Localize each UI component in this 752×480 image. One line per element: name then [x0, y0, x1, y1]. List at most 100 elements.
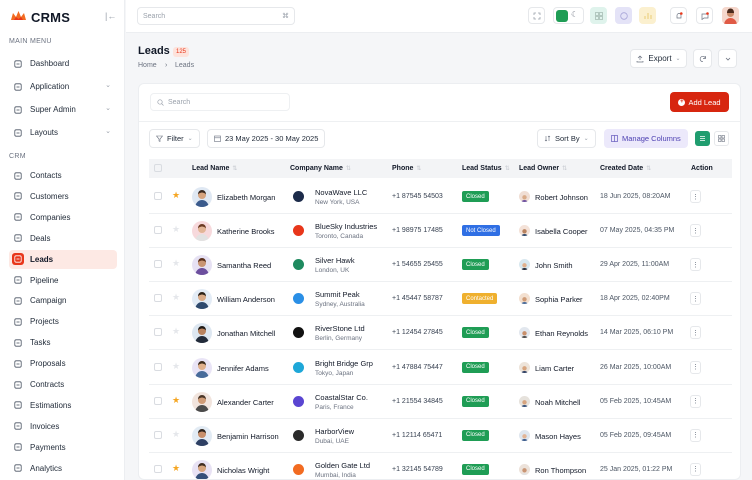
- select-all-checkbox[interactable]: [154, 164, 162, 172]
- row-actions-button[interactable]: ⋮: [690, 326, 701, 340]
- star-icon[interactable]: ★: [172, 224, 180, 235]
- sidebar-item-deals[interactable]: Deals: [9, 229, 117, 248]
- lead-name[interactable]: Nicholas Wright: [217, 466, 269, 475]
- row-actions-button[interactable]: ⋮: [690, 360, 701, 374]
- lead-name[interactable]: Jonathan Mitchell: [217, 329, 275, 338]
- star-icon[interactable]: ★: [172, 361, 180, 372]
- sidebar-item-layouts[interactable]: Layouts ⌄: [9, 123, 117, 142]
- collapse-header-button[interactable]: [718, 49, 737, 68]
- row-checkbox[interactable]: [154, 396, 162, 405]
- sidebar-item-proposals[interactable]: Proposals: [9, 354, 117, 373]
- company-name[interactable]: RiverStone Ltd: [315, 324, 365, 333]
- star-icon[interactable]: ★: [172, 326, 180, 337]
- row-checkbox[interactable]: [154, 328, 162, 337]
- leads-search-input[interactable]: Search: [150, 93, 290, 111]
- user-avatar[interactable]: [722, 7, 739, 24]
- dark-mode-icon[interactable]: ☾: [571, 10, 578, 19]
- row-actions-button[interactable]: ⋮: [690, 428, 701, 442]
- row-actions-button[interactable]: ⋮: [690, 224, 701, 238]
- table-row[interactable]: ★ William Anderson Summit Peak Sydney, Aust…: [149, 282, 732, 317]
- help-icon[interactable]: [615, 7, 632, 24]
- row-actions-button[interactable]: ⋮: [690, 292, 701, 306]
- sidebar-item-application[interactable]: Application ⌄: [9, 77, 117, 96]
- sidebar-item-customers[interactable]: Customers: [9, 187, 117, 206]
- table-row[interactable]: ★ Alexander Carter CoastalStar Co. Paris, F…: [149, 385, 732, 419]
- fullscreen-icon[interactable]: [528, 7, 545, 24]
- row-checkbox[interactable]: [154, 260, 162, 269]
- sidebar-item-analytics[interactable]: Analytics: [9, 459, 117, 478]
- table-row[interactable]: ★ Jonathan Mitchell RiverStone Ltd Berlin, …: [149, 316, 732, 351]
- add-lead-button[interactable]: + Add Lead: [670, 92, 729, 112]
- star-icon[interactable]: ★: [172, 292, 180, 303]
- row-checkbox[interactable]: [154, 192, 162, 200]
- star-icon[interactable]: ★: [172, 190, 180, 201]
- company-name[interactable]: Bright Bridge Grp: [315, 359, 373, 368]
- row-actions-button[interactable]: ⋮: [690, 258, 701, 272]
- table-row[interactable]: ★ Jennifer Adams Bright Bridge Grp Tokyo, J…: [149, 351, 732, 385]
- star-icon[interactable]: ★: [172, 395, 180, 406]
- grid-view-button[interactable]: [714, 131, 729, 146]
- row-checkbox[interactable]: [154, 226, 162, 235]
- sidebar-item-estimations[interactable]: Estimations: [9, 396, 117, 415]
- row-checkbox[interactable]: [154, 294, 162, 303]
- table-row[interactable]: ★ Samantha Reed Silver Hawk London, UK +1 54…: [149, 248, 732, 283]
- filter-button[interactable]: Filter ⌄: [149, 129, 200, 148]
- sidebar-item-contracts[interactable]: Contracts: [9, 375, 117, 394]
- company-name[interactable]: Summit Peak: [315, 290, 360, 299]
- header-lead-owner[interactable]: Lead Owner ⇅: [519, 165, 567, 172]
- breadcrumb-home[interactable]: Home: [138, 62, 157, 69]
- date-range-picker[interactable]: 23 May 2025 - 30 May 2025: [207, 129, 326, 148]
- row-checkbox[interactable]: [154, 464, 162, 473]
- collapse-sidebar-icon[interactable]: |←: [105, 11, 116, 21]
- lead-name[interactable]: Katherine Brooks: [217, 227, 275, 236]
- lead-name[interactable]: Benjamin Harrison: [217, 432, 279, 441]
- sidebar-item-projects[interactable]: Projects: [9, 312, 117, 331]
- company-name[interactable]: Golden Gate Ltd: [315, 461, 370, 470]
- messages-icon[interactable]: [696, 7, 713, 24]
- row-checkbox[interactable]: [154, 430, 162, 439]
- company-name[interactable]: Silver Hawk: [315, 256, 355, 265]
- lead-name[interactable]: William Anderson: [217, 295, 275, 304]
- row-actions-button[interactable]: ⋮: [690, 462, 701, 476]
- global-search-input[interactable]: Search ⌘: [137, 7, 295, 25]
- star-icon[interactable]: ★: [172, 429, 180, 440]
- lead-name[interactable]: Jennifer Adams: [217, 364, 269, 373]
- row-checkbox[interactable]: [154, 362, 162, 371]
- company-name[interactable]: BlueSky Industries: [315, 222, 377, 231]
- table-row[interactable]: ★ Katherine Brooks BlueSky Industries Toron…: [149, 214, 732, 249]
- logo[interactable]: CRMS: [10, 9, 70, 25]
- lead-name[interactable]: Elizabeth Morgan: [217, 193, 275, 202]
- notification-icon[interactable]: [670, 7, 687, 24]
- company-name[interactable]: CoastalStar Co.: [315, 393, 368, 402]
- sidebar-item-super-admin[interactable]: Super Admin ⌄: [9, 100, 117, 119]
- sidebar-item-companies[interactable]: Companies: [9, 208, 117, 227]
- refresh-button[interactable]: [693, 49, 712, 68]
- table-row[interactable]: ★ Nicholas Wright Golden Gate Ltd Mumbai, I…: [149, 453, 732, 479]
- sidebar-item-campaign[interactable]: Campaign: [9, 291, 117, 310]
- sidebar-item-pipeline[interactable]: Pipeline: [9, 271, 117, 290]
- sidebar-item-dashboard[interactable]: Dashboard: [9, 54, 117, 73]
- lead-name[interactable]: Alexander Carter: [217, 398, 274, 407]
- theme-toggle[interactable]: ☾: [553, 7, 584, 24]
- row-actions-button[interactable]: ⋮: [690, 394, 701, 408]
- table-row[interactable]: ★ Benjamin Harrison HarborView Dubai, UAE +1…: [149, 419, 732, 453]
- sidebar-item-contacts[interactable]: Contacts: [9, 166, 117, 185]
- sidebar-item-invoices[interactable]: Invoices: [9, 417, 117, 436]
- header-lead-status[interactable]: Lead Status ⇅: [462, 165, 510, 172]
- lead-name[interactable]: Samantha Reed: [217, 261, 271, 270]
- export-button[interactable]: Export ⌄: [630, 49, 687, 68]
- row-actions-button[interactable]: ⋮: [690, 190, 701, 203]
- company-name[interactable]: HarborView: [315, 427, 354, 436]
- header-company-name[interactable]: Company Name ⇅: [290, 165, 351, 172]
- light-mode-icon[interactable]: [556, 10, 568, 22]
- list-view-button[interactable]: [695, 131, 710, 146]
- sidebar-item-tasks[interactable]: Tasks: [9, 333, 117, 352]
- table-row[interactable]: ★ Elizabeth Morgan NovaWave LLC New York, U…: [149, 180, 732, 214]
- grid-apps-icon[interactable]: [590, 7, 607, 24]
- company-name[interactable]: NovaWave LLC: [315, 188, 367, 197]
- sidebar-item-leads[interactable]: Leads: [9, 249, 117, 269]
- star-icon[interactable]: ★: [172, 258, 180, 269]
- sidebar-item-payments[interactable]: Payments: [9, 438, 117, 457]
- header-phone[interactable]: Phone ⇅: [392, 165, 421, 172]
- sort-by-button[interactable]: Sort By ⌄: [537, 129, 596, 148]
